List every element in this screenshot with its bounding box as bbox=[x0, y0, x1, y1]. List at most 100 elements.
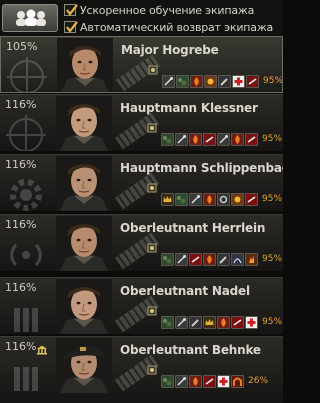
skill-progress-percent: 95% bbox=[262, 254, 283, 264]
crew-member-name[interactable]: Oberleutnant Herrlein bbox=[120, 221, 265, 235]
crew-portrait bbox=[56, 96, 112, 151]
repair-skill-icon[interactable] bbox=[175, 253, 188, 266]
camo-skill-icon[interactable] bbox=[175, 193, 188, 206]
crew-member-name[interactable]: Oberleutnant Nadel bbox=[120, 284, 250, 298]
gun-skill-icon[interactable] bbox=[245, 193, 258, 206]
crew-panel: Ускоренное обучение экипажа Автоматическ… bbox=[0, 0, 283, 403]
firefight-skill-icon[interactable] bbox=[217, 316, 230, 329]
skills-list bbox=[161, 375, 244, 388]
gun-skill-icon[interactable] bbox=[189, 253, 202, 266]
crew-member-row[interactable]: 116% Hauptmann Klessner 95% bbox=[0, 94, 283, 151]
radio-skill-icon[interactable] bbox=[231, 253, 244, 266]
skill-progress-percent: 95% bbox=[262, 194, 283, 204]
checkmark-icon bbox=[66, 21, 78, 33]
crew-options-header: Ускоренное обучение экипажа Автоматическ… bbox=[0, 0, 283, 36]
crew-qualification-percent: 116% bbox=[5, 218, 37, 231]
sixth-sense-skill-icon[interactable] bbox=[204, 75, 217, 88]
checkmark-icon bbox=[66, 4, 78, 16]
wrench-skill-icon[interactable] bbox=[189, 316, 202, 329]
camo-skill-icon[interactable] bbox=[161, 375, 174, 388]
crosshair-role-icon bbox=[5, 55, 49, 92]
crew-member-name[interactable]: Oberleutnant Behnke bbox=[120, 343, 261, 357]
crew-portrait bbox=[57, 38, 113, 92]
ammo-role-icon bbox=[4, 296, 48, 334]
skills-list bbox=[161, 193, 258, 206]
wrench-skill-icon[interactable] bbox=[217, 253, 230, 266]
repair-skill-icon[interactable] bbox=[162, 75, 175, 88]
cross-skill-icon[interactable] bbox=[245, 316, 258, 329]
crew-portrait bbox=[56, 216, 112, 271]
firefight-skill-icon[interactable] bbox=[189, 375, 202, 388]
crew-portrait bbox=[56, 338, 112, 393]
crew-member-row[interactable]: 116% Oberleutnant Behnke 26% bbox=[0, 336, 283, 403]
gun-skill-icon[interactable] bbox=[231, 316, 244, 329]
skill-progress-percent: 95% bbox=[263, 76, 283, 86]
skill-progress-percent: 95% bbox=[262, 134, 283, 144]
gear-role-icon bbox=[4, 173, 48, 211]
skill-progress-percent: 95% bbox=[262, 317, 283, 327]
sixth-sense-skill-icon[interactable] bbox=[231, 193, 244, 206]
crew-member-row[interactable]: 116% Oberleutnant Nadel 95% bbox=[0, 277, 283, 334]
rank-insignia-icon bbox=[148, 60, 158, 79]
accelerated-training-checkbox[interactable] bbox=[64, 4, 78, 16]
crown-skill-icon[interactable] bbox=[203, 316, 216, 329]
crew-member-name[interactable]: Hauptmann Klessner bbox=[120, 101, 258, 115]
firefight-skill-icon[interactable] bbox=[231, 133, 244, 146]
radio-role-icon bbox=[4, 233, 48, 271]
repair-skill-icon[interactable] bbox=[217, 133, 230, 146]
cross-skill-icon[interactable] bbox=[217, 375, 230, 388]
crosshair-role-icon bbox=[4, 113, 48, 151]
skills-list bbox=[161, 316, 258, 329]
skills-list bbox=[161, 133, 258, 146]
skills-list bbox=[161, 253, 258, 266]
firefight-skill-icon[interactable] bbox=[189, 133, 202, 146]
accelerated-training-label: Ускоренное обучение экипажа bbox=[80, 3, 255, 17]
crew-member-row[interactable]: 116% Hauptmann Schlippenbach 95% bbox=[0, 154, 283, 211]
crew-qualification-percent: 116% bbox=[5, 158, 37, 171]
camo-skill-icon[interactable] bbox=[176, 75, 189, 88]
crew-member-name[interactable]: Major Hogrebe bbox=[121, 43, 219, 57]
academy-icon bbox=[36, 340, 48, 359]
crew-member-row[interactable]: 105% Major Hogrebe 95% bbox=[0, 36, 283, 93]
crew-qualification-percent: 116% bbox=[5, 98, 37, 111]
camo-skill-icon[interactable] bbox=[161, 133, 174, 146]
gun-skill-icon[interactable] bbox=[246, 75, 259, 88]
skill-progress-percent: 26% bbox=[248, 376, 269, 386]
gun-skill-icon[interactable] bbox=[245, 133, 258, 146]
ammo-role-icon bbox=[4, 355, 48, 403]
auto-return-label: Автоматический возврат экипажа bbox=[80, 20, 274, 34]
crew-group-button[interactable] bbox=[2, 4, 58, 32]
rank-insignia-icon bbox=[147, 301, 157, 320]
cross-skill-icon[interactable] bbox=[232, 75, 245, 88]
firefight-skill-icon[interactable] bbox=[203, 253, 216, 266]
fire-skill-icon[interactable] bbox=[245, 253, 258, 266]
firefight-skill-icon[interactable] bbox=[203, 193, 216, 206]
repair-skill-icon[interactable] bbox=[175, 316, 188, 329]
repair-skill-icon[interactable] bbox=[175, 133, 188, 146]
crew-qualification-percent: 105% bbox=[6, 40, 38, 53]
repair-skill-icon[interactable] bbox=[175, 375, 188, 388]
repair-skill-icon[interactable] bbox=[189, 193, 202, 206]
crew-member-name[interactable]: Hauptmann Schlippenbach bbox=[120, 161, 283, 175]
skills-list bbox=[162, 75, 259, 88]
wrench-skill-icon[interactable] bbox=[218, 75, 231, 88]
crew-members-icon bbox=[16, 9, 46, 26]
crew-portrait bbox=[56, 156, 112, 211]
gun-skill-icon[interactable] bbox=[203, 133, 216, 146]
auto-return-checkbox[interactable] bbox=[64, 21, 78, 33]
camo-skill-icon[interactable] bbox=[161, 253, 174, 266]
gear-skill-icon[interactable] bbox=[217, 193, 230, 206]
gun-skill-icon[interactable] bbox=[203, 375, 216, 388]
crew-qualification-percent: 116% bbox=[5, 281, 37, 294]
auto-return-option[interactable]: Автоматический возврат экипажа bbox=[64, 19, 273, 35]
crown-skill-icon[interactable] bbox=[161, 193, 174, 206]
camo-skill-icon[interactable] bbox=[161, 316, 174, 329]
crew-qualification-percent: 116% bbox=[5, 340, 37, 353]
rank-insignia-icon bbox=[147, 360, 157, 379]
crew-member-row[interactable]: 116% Oberleutnant Herrlein 95% bbox=[0, 214, 283, 271]
arch-skill-icon[interactable] bbox=[231, 375, 244, 388]
crew-portrait bbox=[56, 279, 112, 334]
accelerated-training-option[interactable]: Ускоренное обучение экипажа bbox=[64, 2, 254, 18]
firefight-skill-icon[interactable] bbox=[190, 75, 203, 88]
rank-insignia-icon bbox=[147, 238, 157, 257]
